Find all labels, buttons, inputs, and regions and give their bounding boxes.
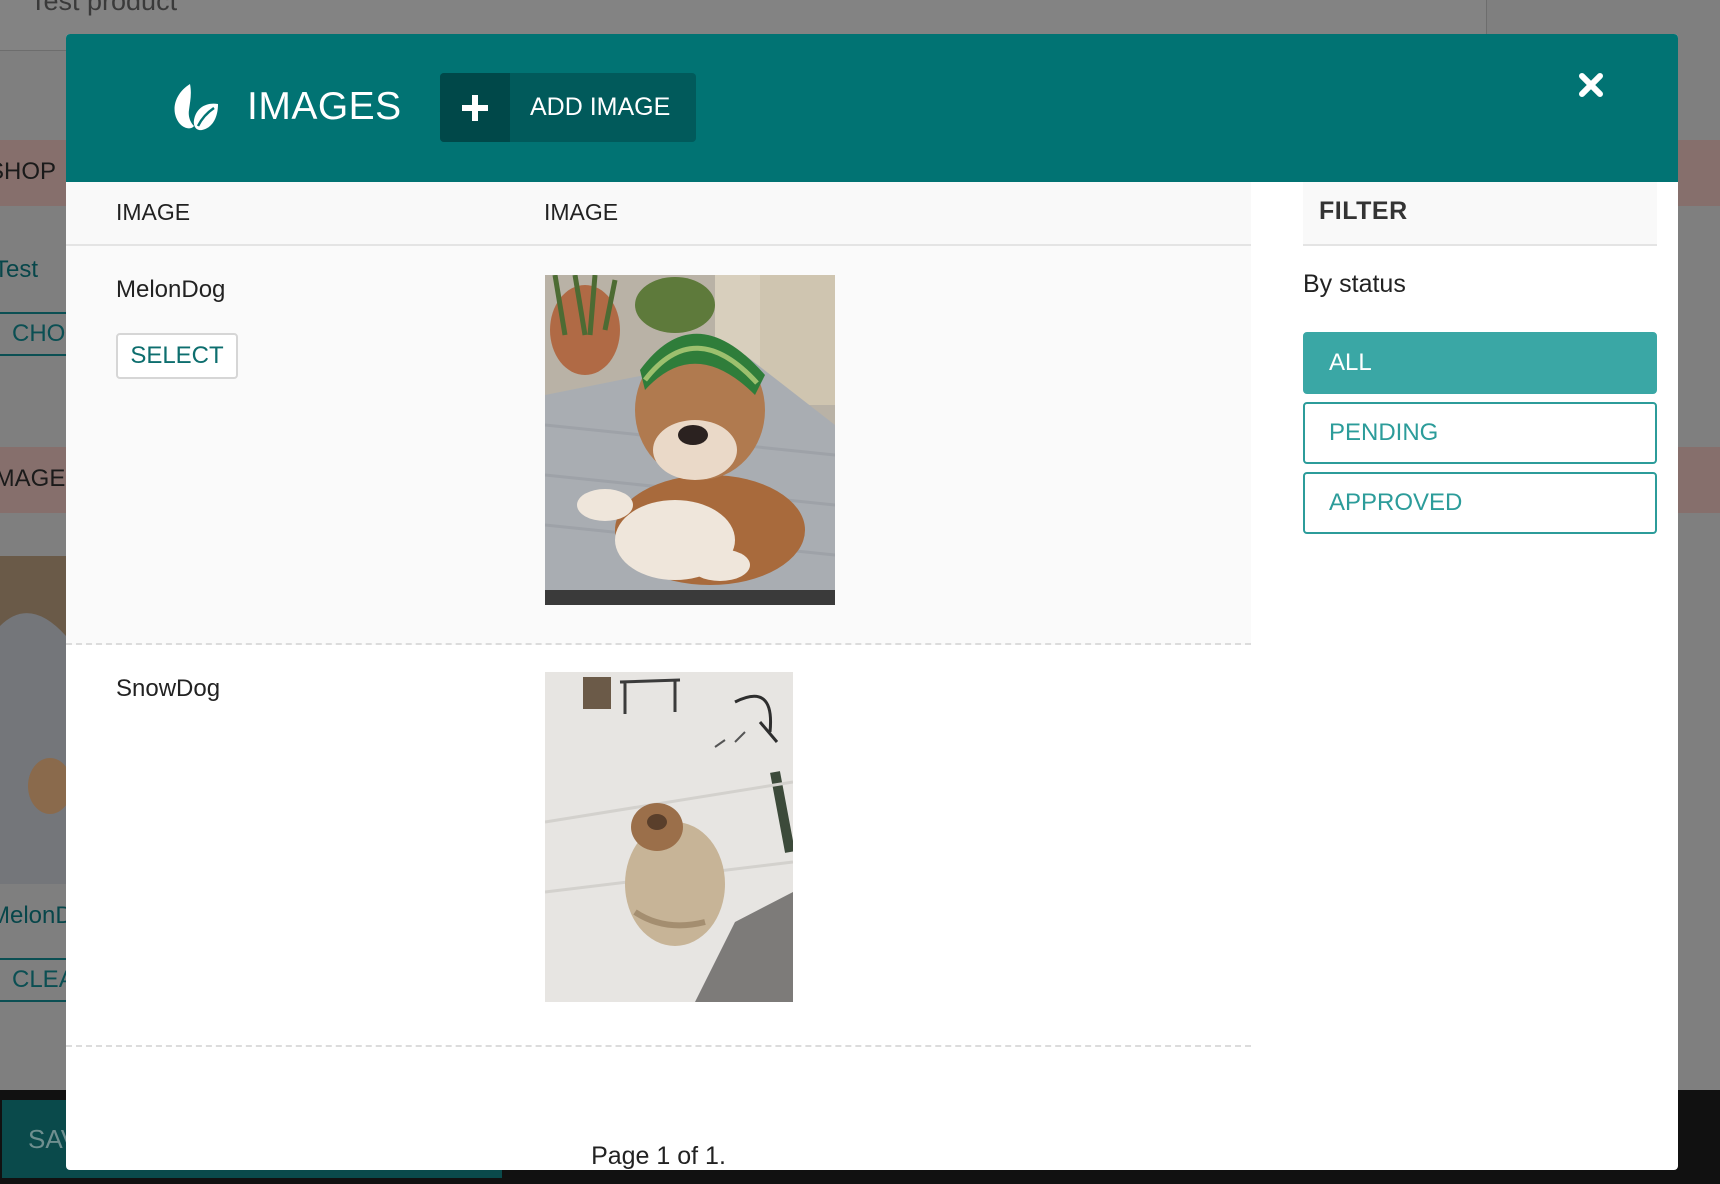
filter-all-label: ALL <box>1329 349 1372 376</box>
background-clear-label: CLEAR <box>12 966 72 993</box>
image-name: MelonDog <box>116 276 226 303</box>
filter-approved-button[interactable]: APPROVED <box>1303 472 1657 534</box>
background-shop-label: SHOP <box>0 158 57 185</box>
add-image-label: ADD IMAGE <box>530 93 671 121</box>
add-image-button[interactable]: ADD IMAGE <box>440 73 696 142</box>
background-choose-button[interactable]: CHOOSE <box>0 312 74 356</box>
images-modal: IMAGES ADD IMAGE IMAGE IMAGE MelonDog SE… <box>66 34 1678 1170</box>
snowdog-thumbnail[interactable] <box>545 672 793 1002</box>
filter-pending-button[interactable]: PENDING <box>1303 402 1657 464</box>
filter-all-button[interactable]: ALL <box>1303 332 1657 394</box>
filter-by-status-label: By status <box>1303 270 1406 298</box>
filter-header: FILTER <box>1303 182 1657 246</box>
pagination-text: Page 1 of 1. <box>591 1142 726 1170</box>
background-choose-label: CHOOSE <box>12 320 72 347</box>
melondog-thumbnail[interactable] <box>545 275 835 605</box>
close-icon[interactable] <box>1574 68 1608 102</box>
images-table: IMAGE IMAGE MelonDog SELECT SnowDog Page… <box>66 182 1251 1170</box>
background-clear-button[interactable]: CLEAR <box>0 958 74 1002</box>
background-test-link[interactable]: Test <box>0 256 38 284</box>
background-title: Test product <box>30 0 178 16</box>
modal-header: IMAGES ADD IMAGE <box>66 34 1678 182</box>
table-row: MelonDog SELECT <box>66 246 1251 645</box>
image-name: SnowDog <box>116 675 221 702</box>
filter-approved-label: APPROVED <box>1329 489 1463 516</box>
select-button[interactable]: SELECT <box>116 333 238 379</box>
background-thumbnail <box>0 556 66 884</box>
table-header: IMAGE IMAGE <box>66 182 1251 246</box>
plus-icon <box>440 73 510 142</box>
background-image-label: IMAGE <box>0 465 66 492</box>
filter-pending-label: PENDING <box>1329 419 1439 446</box>
column-header-image-preview: IMAGE <box>544 199 619 225</box>
filter-title: FILTER <box>1319 197 1408 225</box>
table-row: SnowDog <box>66 645 1251 1047</box>
leaf-icon <box>168 82 220 132</box>
modal-title: IMAGES <box>247 85 402 128</box>
select-label: SELECT <box>130 342 224 369</box>
column-header-image: IMAGE <box>116 199 191 225</box>
